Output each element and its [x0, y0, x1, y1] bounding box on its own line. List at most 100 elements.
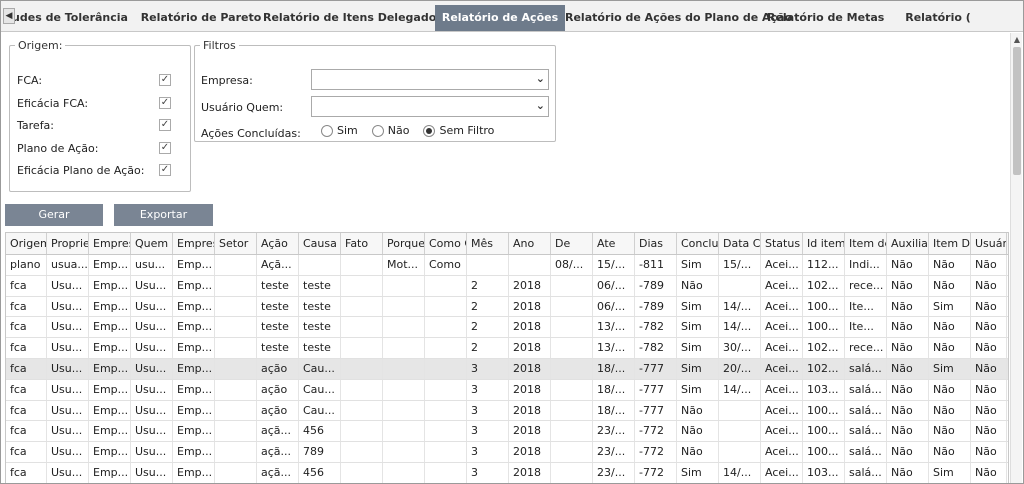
- table-cell: [551, 317, 593, 338]
- table-cell: Acei...: [761, 338, 803, 358]
- column-header[interactable]: Porque: [383, 233, 425, 254]
- table-cell: 3: [467, 400, 509, 421]
- column-header[interactable]: Proprie: [47, 233, 89, 254]
- tab-3[interactable]: Relatório de Ações: [435, 5, 565, 31]
- table-cell: plano: [6, 255, 47, 275]
- origem-checkbox[interactable]: ✓: [159, 164, 171, 176]
- column-header[interactable]: Empres: [89, 233, 131, 254]
- column-header[interactable]: Causa: [299, 233, 341, 254]
- table-cell: Cau...: [299, 358, 341, 379]
- table-cell: Usu...: [131, 338, 173, 358]
- tab-scroll-left-button[interactable]: ◀: [3, 8, 15, 24]
- table-cell: Emp...: [173, 462, 215, 483]
- table-cell: [215, 462, 257, 483]
- tab-4[interactable]: Relatório de Ações do Plano de Ação: [565, 5, 792, 31]
- filtros-group: Filtros Empresa: ⌄ Usuário Quem: ⌄ Ações…: [194, 39, 556, 142]
- column-header[interactable]: De: [551, 233, 593, 254]
- table-cell: [341, 358, 383, 379]
- table-cell: 102...: [803, 358, 845, 379]
- column-header[interactable]: Item de: [845, 233, 887, 254]
- radio-button[interactable]: [371, 124, 384, 137]
- column-header[interactable]: Conclu: [677, 233, 719, 254]
- chevron-down-icon[interactable]: ⌄: [536, 72, 545, 85]
- origem-checkbox[interactable]: ✓: [159, 96, 171, 109]
- tab-2[interactable]: Relatório de Itens Delegados: [263, 5, 443, 31]
- table-cell: 100...: [803, 421, 845, 442]
- table-cell: 100...: [803, 317, 845, 338]
- chevron-down-icon[interactable]: ⌄: [536, 99, 545, 112]
- column-header[interactable]: Auxiliar: [887, 233, 929, 254]
- table-row[interactable]: fca Usu... Emp... Usu... Emp... açã... 789 3 201…: [6, 442, 1008, 463]
- table-cell: [215, 358, 257, 379]
- table-row[interactable]: fca Usu... Emp... Usu... Emp... açã... 456 3 201…: [6, 421, 1008, 443]
- empresa-combo[interactable]: ⌄: [311, 69, 549, 90]
- table-cell: teste: [299, 275, 341, 296]
- origem-checkbox[interactable]: ✓: [159, 141, 171, 154]
- radio-button[interactable]: [423, 124, 436, 137]
- table-row[interactable]: fca Usu... Emp... Usu... Emp... teste teste 2 20…: [6, 296, 1008, 318]
- column-header[interactable]: Item De: [929, 233, 971, 254]
- column-header[interactable]: Origem: [6, 233, 47, 254]
- origem-checkbox[interactable]: ✓: [159, 119, 171, 131]
- tab-6[interactable]: Relatório (: [883, 5, 993, 31]
- table-row[interactable]: fca Usu... Emp... Usu... Emp... ação Cau... 3 20…: [6, 400, 1008, 422]
- table-cell: [341, 421, 383, 442]
- origem-row: Eficácia Plano de Ação: ✓: [17, 162, 177, 180]
- tab-1[interactable]: Relatório de Pareto: [139, 5, 263, 31]
- column-header[interactable]: Setor: [215, 233, 257, 254]
- column-header[interactable]: Como C: [425, 233, 467, 254]
- tab-5[interactable]: Relatório de Metas: [767, 5, 884, 31]
- origem-label: FCA:: [17, 74, 43, 87]
- table-cell: Emp...: [89, 400, 131, 421]
- radio-button[interactable]: [321, 124, 333, 137]
- table-cell: Emp...: [89, 317, 131, 338]
- column-header[interactable]: Ano: [509, 233, 551, 254]
- table-row[interactable]: fca Usu... Emp... Usu... Emp... ação Cau... 3 20…: [6, 358, 1008, 380]
- table-cell: Cau...: [299, 400, 341, 421]
- table-row[interactable]: fca Usu... Emp... Usu... Emp... açã... 456 3 201…: [6, 462, 1008, 483]
- usuario-quem-combo[interactable]: ⌄: [311, 96, 549, 117]
- table-cell: Não: [971, 275, 1007, 296]
- table-cell: -811: [635, 255, 677, 275]
- table-cell: Usu...: [47, 317, 89, 338]
- exportar-button[interactable]: Exportar: [114, 204, 213, 226]
- origem-row: Plano de Ação: ✓: [17, 140, 177, 158]
- column-header[interactable]: Ate: [593, 233, 635, 254]
- arrow-left-icon: ◀: [5, 11, 13, 21]
- column-header[interactable]: Usuário: [971, 233, 1007, 254]
- table-row[interactable]: fca Usu... Emp... Usu... Emp... ação Cau... 3 20…: [6, 379, 1008, 401]
- column-header[interactable]: Dias: [635, 233, 677, 254]
- table-cell: 2018: [509, 275, 551, 296]
- column-header[interactable]: Fato: [341, 233, 383, 254]
- table-cell: [341, 275, 383, 296]
- table-cell: 102...: [803, 338, 845, 358]
- table-row[interactable]: fca Usu... Emp... Usu... Emp... teste teste 2 20…: [6, 275, 1008, 297]
- table-cell: Emp...: [173, 379, 215, 400]
- column-header[interactable]: Data Co: [719, 233, 761, 254]
- table-cell: Não: [677, 442, 719, 462]
- table-cell: Não: [887, 255, 929, 275]
- origem-checkbox[interactable]: ✓: [159, 74, 171, 86]
- origem-group: Origem: FCA: ✓ Eficácia FCA: ✓ Tarefa: ✓ Plano…: [9, 39, 191, 192]
- table-row[interactable]: fca Usu... Emp... Usu... Emp... teste teste 2 20…: [6, 317, 1008, 339]
- table-cell: ação: [257, 379, 299, 400]
- results-grid: Origem Proprie Empres Quem Empres Setor Ação Ca…: [5, 232, 1009, 483]
- table-row[interactable]: plano usua... Emp... usu... Emp... Açã... Mot.…: [6, 255, 1008, 276]
- table-cell: Sim: [929, 462, 971, 483]
- table-cell: Usu...: [47, 275, 89, 296]
- arrow-up-icon[interactable]: ▲: [1012, 35, 1022, 45]
- column-header[interactable]: Mês: [467, 233, 509, 254]
- gerar-button[interactable]: Gerar: [5, 204, 103, 226]
- column-header[interactable]: Id item: [803, 233, 845, 254]
- tab-0[interactable]: udes de Tolerância: [1, 5, 139, 31]
- table-row[interactable]: fca Usu... Emp... Usu... Emp... teste teste 2 20…: [6, 338, 1008, 359]
- scrollbar-thumb[interactable]: [1013, 47, 1021, 175]
- table-cell: 2018: [509, 296, 551, 317]
- column-header[interactable]: Ação: [257, 233, 299, 254]
- column-header[interactable]: Empres: [173, 233, 215, 254]
- column-header[interactable]: Status: [761, 233, 803, 254]
- table-cell: [383, 442, 425, 462]
- vertical-scrollbar[interactable]: ▲: [1010, 33, 1022, 483]
- column-header[interactable]: Quem: [131, 233, 173, 254]
- origem-legend: Origem:: [18, 39, 63, 52]
